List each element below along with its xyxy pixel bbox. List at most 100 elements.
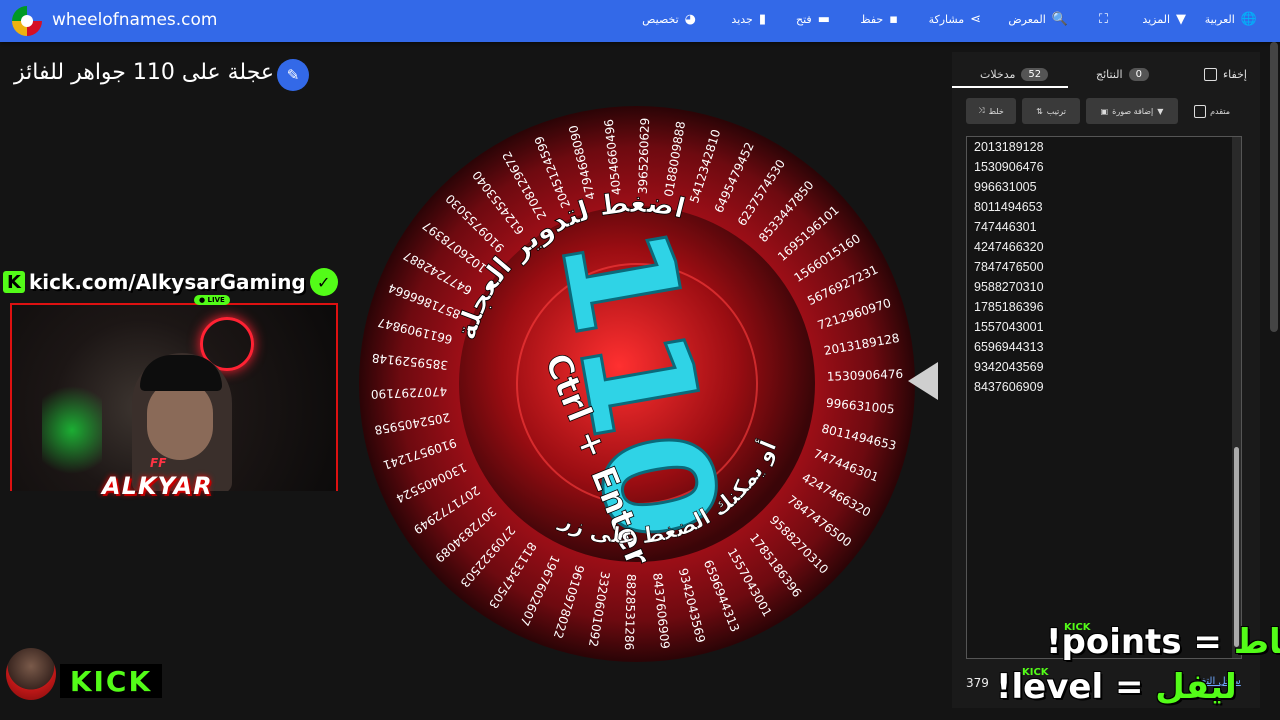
nav-share-label: مشاركة	[928, 13, 965, 26]
live-label: LIVE	[207, 296, 225, 304]
points-arabic: نقاط	[1233, 622, 1280, 662]
advanced-toggle[interactable]: متقدم	[1188, 98, 1236, 124]
caret-down-icon: ▼	[1157, 106, 1164, 116]
wheel-pointer-icon	[908, 362, 938, 400]
points-command-overlay: !points = نقاط	[1046, 622, 1280, 662]
wheelofnames-logo-icon[interactable]	[12, 6, 42, 36]
new-file-icon: ▮	[758, 12, 766, 27]
nav-customize[interactable]: تخصيص ◕	[642, 12, 696, 27]
nav-save[interactable]: حفظ ▪	[860, 12, 898, 27]
entries-count-footer: 379	[966, 676, 989, 690]
level-equals: =	[1114, 667, 1144, 707]
entries-panel: مدخلات 52 النتائج 0 إخفاء ⤨ خلط ⇅ ترتيب …	[952, 52, 1260, 708]
palette-icon: ◕	[684, 12, 696, 27]
page-scrollbar[interactable]	[1270, 42, 1278, 332]
kick-k-icon: K	[3, 271, 25, 293]
kick-logo: KICK	[60, 664, 162, 698]
nav-fullscreen[interactable]: ⛶	[1099, 12, 1108, 27]
kick-banner: K kick.com/AlkysarGaming ✓	[3, 268, 338, 296]
nav-customize-label: تخصيص	[642, 13, 679, 26]
advanced-checkbox[interactable]	[1194, 104, 1207, 118]
entry-item: 1530906476	[974, 160, 1044, 174]
caret-down-icon: ▼	[1176, 12, 1186, 27]
shuffle-label: خلط	[988, 106, 1004, 116]
tab-entries-count: 52	[1021, 67, 1049, 81]
wheel-slice-label: 4707297190	[371, 384, 448, 401]
tab-entries-label: مدخلات	[980, 67, 1016, 81]
level-command-overlay: !level = ليفل	[996, 667, 1237, 707]
nav-language[interactable]: العربية 🌐	[1205, 12, 1257, 27]
entries-textarea[interactable]: 2013189128 1530906476 996631005 8011494653 7…	[966, 136, 1242, 659]
webcam-streamer-face	[147, 380, 213, 460]
tab-results-count: 0	[1128, 67, 1149, 81]
share-icon: ⋖	[970, 12, 981, 27]
folder-open-icon: ▬	[817, 12, 830, 27]
entry-item: 8011494653	[974, 200, 1043, 214]
save-icon: ▪	[889, 12, 898, 27]
wheel-slice-label: 8828531286	[622, 574, 638, 651]
edit-title-button[interactable]: ✎	[277, 59, 309, 91]
kick-url: kick.com/AlkysarGaming	[29, 270, 306, 294]
tab-results[interactable]: النتائج 0	[1096, 60, 1149, 88]
image-icon: ▣	[1100, 106, 1109, 116]
streamer-avatar	[6, 648, 56, 700]
nav-language-label: العربية	[1204, 13, 1235, 26]
webcam-green-light	[42, 375, 102, 485]
search-icon: 🔍	[1051, 12, 1068, 27]
entry-item: 996631005	[974, 180, 1037, 194]
entries-scrollbar-thumb[interactable]	[1234, 447, 1239, 647]
tab-entries[interactable]: مدخلات 52	[980, 60, 1049, 88]
streamer-tag: FF	[150, 456, 167, 470]
nav-gallery[interactable]: المعرض 🔍	[1008, 12, 1068, 27]
sort-label: ترتيب	[1046, 106, 1066, 116]
points-equals: =	[1193, 622, 1222, 662]
nav-new[interactable]: جديد ▮	[731, 12, 766, 27]
shuffle-button[interactable]: ⤨ خلط	[966, 98, 1016, 124]
hide-label: إخفاء	[1223, 67, 1247, 81]
nav-open[interactable]: فتح ▬	[796, 12, 830, 27]
globe-icon: 🌐	[1240, 12, 1257, 27]
entry-item: 1557043001	[974, 320, 1044, 334]
fullscreen-icon: ⛶	[1098, 12, 1108, 27]
live-badge: ● LIVE	[194, 295, 230, 305]
wheel[interactable]: 2013189128153090647699663100580114946537…	[357, 104, 917, 664]
entry-item: 9588270310	[974, 280, 1044, 294]
hide-toggle[interactable]: إخفاء	[1204, 60, 1247, 88]
streamer-name-logo: ALKYAR	[102, 472, 213, 500]
add-image-dropdown[interactable]: ▣ إضافة صورة ▼	[1086, 98, 1178, 124]
wheel-title: عجلة على 110 جواهر للفائز	[14, 60, 275, 85]
entries-scrollbar[interactable]	[1232, 137, 1241, 658]
tab-results-label: النتائج	[1096, 67, 1123, 81]
site-name[interactable]: wheelofnames.com	[52, 10, 217, 30]
pencil-icon: ✎	[286, 66, 300, 84]
add-image-label: إضافة صورة	[1112, 106, 1154, 116]
entry-item: 6596944313	[974, 340, 1044, 354]
entry-item: 7847476500	[974, 260, 1044, 274]
webcam-feed	[10, 303, 338, 491]
active-tab-indicator	[952, 86, 1068, 88]
entry-item: 9342043569	[974, 360, 1044, 374]
level-arabic: ليفل	[1155, 667, 1237, 707]
hide-checkbox[interactable]	[1204, 67, 1217, 81]
entry-item: 2013189128	[974, 140, 1044, 154]
entry-item: 8437606909	[974, 380, 1044, 394]
entries-list: 2013189128 1530906476 996631005 8011494653 7…	[974, 137, 1044, 397]
level-command: !level	[996, 667, 1104, 707]
nav-more-label: المزيد	[1142, 13, 1170, 26]
nav-new-label: جديد	[731, 13, 753, 26]
sort-button[interactable]: ⇅ ترتيب	[1022, 98, 1080, 124]
nav-gallery-label: المعرض	[1008, 13, 1046, 26]
nav-share[interactable]: مشاركة ⋖	[929, 12, 981, 27]
entry-item: 747446301	[974, 220, 1037, 234]
top-navbar: wheelofnames.com العربية 🌐 المزيد ▼ ⛶ ال…	[0, 0, 1280, 42]
wheel-slice-label: 3965260629	[636, 118, 652, 195]
points-command: !points	[1046, 622, 1182, 662]
nav-open-label: فتح	[796, 13, 812, 26]
sort-icon: ⇅	[1036, 106, 1043, 116]
entry-item: 1785186396	[974, 300, 1044, 314]
shuffle-icon: ⤨	[978, 106, 985, 115]
nav-more[interactable]: المزيد ▼	[1142, 12, 1186, 27]
advanced-label: متقدم	[1210, 106, 1230, 116]
entry-item: 4247466320	[974, 240, 1044, 254]
wheel-slice-label: 1530906476	[827, 367, 904, 384]
